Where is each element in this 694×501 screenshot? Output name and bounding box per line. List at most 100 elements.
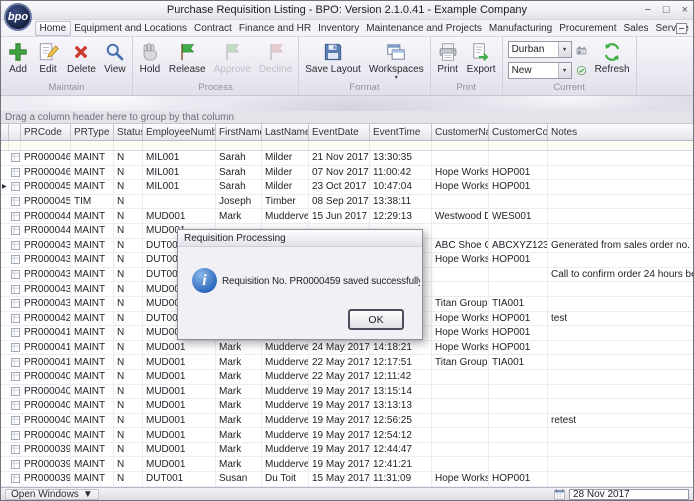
filter-cell-prcode[interactable] — [21, 141, 71, 150]
row-expander[interactable] — [9, 399, 21, 413]
minimize-button[interactable]: − — [644, 5, 650, 16]
column-header-firstname[interactable]: FirstName — [216, 124, 262, 140]
column-header-customercode[interactable]: CustomerCode — [489, 124, 548, 140]
group-by-panel[interactable]: Drag a column header here to group by th… — [1, 111, 693, 124]
table-row[interactable]: PR0000409MAINTNMUD001MarkMudderveld22 Ma… — [1, 370, 693, 385]
cell-customercode: WES001 — [489, 209, 548, 223]
table-row[interactable]: PR0000444MAINTNMUD001MarkMudderveld15 Ju… — [1, 209, 693, 224]
print-button[interactable]: Print — [433, 38, 463, 82]
table-row[interactable]: PR0000404MAINTNMUD001MarkMudderveld19 Ma… — [1, 428, 693, 443]
tab-sales[interactable]: Sales — [620, 22, 652, 35]
row-expander[interactable] — [9, 224, 21, 238]
row-expander[interactable] — [9, 457, 21, 471]
refresh-button[interactable]: Refresh — [591, 38, 634, 82]
dialog-title-bar[interactable]: Requisition Processing — [178, 230, 422, 247]
filter-cell-lastname[interactable] — [262, 141, 309, 150]
column-header-prtype[interactable]: PRType — [71, 124, 114, 140]
table-row[interactable]: PR0000410MAINTNMUD001MarkMudderveld22 Ma… — [1, 355, 693, 370]
row-expander[interactable] — [9, 195, 21, 209]
workspaces-button[interactable]: Workspaces▼ — [365, 38, 428, 82]
filter-cell-eventtime[interactable] — [370, 141, 432, 150]
table-row[interactable]: PR0000397MAINTNMUD001MarkMudderveld19 Ma… — [1, 457, 693, 472]
ok-button[interactable]: OK — [348, 309, 404, 330]
row-expander[interactable] — [9, 209, 21, 223]
row-expander[interactable] — [9, 385, 21, 399]
delete-button[interactable]: Delete — [63, 38, 100, 82]
release-button[interactable]: Release — [165, 38, 210, 82]
row-expander[interactable] — [9, 312, 21, 326]
save-layout-button[interactable]: Save Layout — [301, 38, 365, 82]
open-windows-button[interactable]: Open Windows ▼ — [5, 489, 99, 500]
tab-maintenance-and-projects[interactable]: Maintenance and Projects — [363, 22, 486, 35]
row-expander[interactable] — [9, 151, 21, 165]
row-expander[interactable] — [9, 472, 21, 486]
export-button[interactable]: Export — [463, 38, 500, 82]
filter-cell-status[interactable] — [114, 141, 143, 150]
filter-cell-prtype[interactable] — [71, 141, 114, 150]
table-row[interactable]: ▶PR0000459MAINTNMIL001SarahMilder23 Oct … — [1, 180, 693, 195]
row-expander[interactable] — [9, 166, 21, 180]
date-field[interactable]: 28 Nov 2017 — [569, 489, 689, 500]
column-header-eventtime[interactable]: EventTime — [370, 124, 432, 140]
row-expander[interactable] — [9, 355, 21, 369]
column-header-status[interactable]: Status — [114, 124, 143, 140]
table-row[interactable]: PR0000460MAINTNMIL001SarahMilder07 Nov 2… — [1, 166, 693, 181]
column-header-eventdate[interactable]: EventDate — [309, 124, 370, 140]
row-expander[interactable] — [9, 443, 21, 457]
table-row[interactable]: PR0000396MAINTNDUT001SusanDu Toit15 May … — [1, 472, 693, 487]
filter-cell-firstname[interactable] — [216, 141, 262, 150]
tab-home[interactable]: Home — [35, 21, 71, 36]
row-expander[interactable] — [9, 239, 21, 253]
table-row[interactable]: PR0000450TIMNJosephTimber08 Sep 201713:3… — [1, 195, 693, 210]
column-header-employeenumber[interactable]: EmployeeNumber — [143, 124, 216, 140]
row-expander[interactable] — [9, 268, 21, 282]
title-bar[interactable]: Purchase Requisition Listing - BPO: Vers… — [1, 1, 693, 20]
hold-button[interactable]: Hold — [135, 38, 165, 82]
row-expander[interactable] — [9, 326, 21, 340]
date-picker[interactable]: 28 Nov 2017 — [553, 488, 689, 501]
ribbon-options-icon[interactable] — [676, 23, 687, 34]
chevron-down-icon[interactable]: ▼ — [558, 42, 571, 57]
edit-button[interactable]: Edit — [33, 38, 63, 82]
row-expander[interactable] — [9, 253, 21, 267]
row-expander[interactable] — [9, 341, 21, 355]
row-indicator — [1, 282, 9, 296]
row-expander[interactable] — [9, 180, 21, 194]
column-header-notes[interactable]: Notes — [548, 124, 693, 140]
tab-inventory[interactable]: Inventory — [315, 22, 363, 35]
tab-manufacturing[interactable]: Manufacturing — [485, 22, 555, 35]
expander-icon — [11, 445, 20, 454]
chevron-down-icon[interactable]: ▼ — [558, 63, 571, 78]
row-expander[interactable] — [9, 282, 21, 296]
tab-contract[interactable]: Contract — [191, 22, 236, 35]
tab-finance-and-hr[interactable]: Finance and HR — [235, 22, 314, 35]
table-row[interactable]: PR0000398MAINTNMUD001MarkMudderveld19 Ma… — [1, 443, 693, 458]
add-button[interactable]: Add — [3, 38, 33, 82]
row-expander[interactable] — [9, 414, 21, 428]
table-row[interactable]: PR0000407MAINTNMUD001MarkMudderveld19 Ma… — [1, 399, 693, 414]
maximize-button[interactable]: □ — [663, 5, 670, 16]
column-header-prcode[interactable]: PRCode — [21, 124, 71, 140]
tab-procurement[interactable]: Procurement — [556, 22, 620, 35]
status-combo[interactable]: New▼ — [508, 62, 572, 79]
filter-cell-notes[interactable] — [548, 141, 693, 150]
filter-cell-employeenumber[interactable] — [143, 141, 216, 150]
table-row[interactable]: PR0000461MAINTNMIL001SarahMilder21 Nov 2… — [1, 151, 693, 166]
filter-cell-eventdate[interactable] — [309, 141, 370, 150]
filter-cell-customername[interactable] — [432, 141, 489, 150]
row-expander[interactable] — [9, 370, 21, 384]
tab-equipment-and-locations[interactable]: Equipment and Locations — [71, 22, 191, 35]
column-header-lastname[interactable]: LastName — [262, 124, 309, 140]
view-button[interactable]: View — [100, 38, 130, 82]
grid-filter-row[interactable] — [1, 141, 693, 151]
table-row[interactable]: PR0000408MAINTNMUD001MarkMudderveld19 Ma… — [1, 385, 693, 400]
filter-cell-customercode[interactable] — [489, 141, 548, 150]
column-header-customername[interactable]: CustomerName — [432, 124, 489, 140]
row-expander[interactable] — [9, 428, 21, 442]
site-combo[interactable]: Durban▼ — [508, 41, 572, 58]
table-row[interactable]: PR0000405MAINTNMUD001MarkMudderveld19 Ma… — [1, 414, 693, 429]
row-expander[interactable] — [9, 297, 21, 311]
table-row[interactable]: PR0000416MAINTNMUD001MarkMudderveld24 Ma… — [1, 341, 693, 356]
close-button[interactable]: × — [682, 5, 688, 16]
cell-employeenumber: MUD001 — [143, 399, 216, 413]
